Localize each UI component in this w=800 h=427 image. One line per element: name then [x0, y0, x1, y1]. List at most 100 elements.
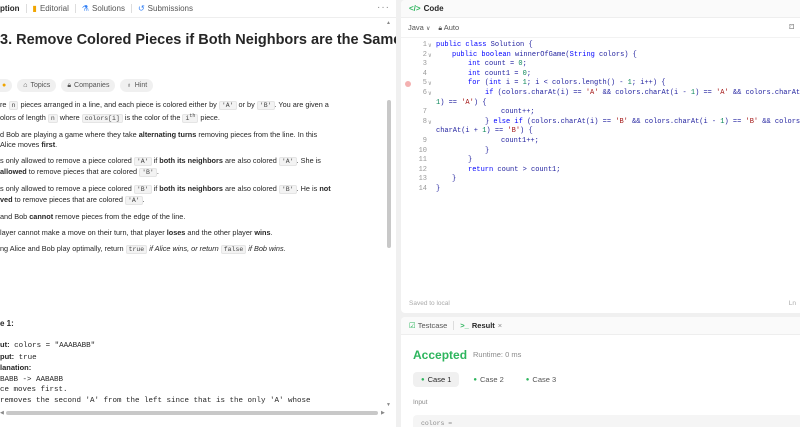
- more-options-icon[interactable]: ···: [377, 2, 390, 13]
- topics-tag[interactable]: ⌂ Topics: [17, 79, 57, 92]
- vertical-scrollbar[interactable]: [387, 100, 391, 248]
- breakpoint-marker[interactable]: [405, 81, 411, 88]
- example-block: ut: colors = "AAABABB" put: true lanatio…: [0, 340, 388, 406]
- example-explanation-line: removes the second 'A' from the left sin…: [0, 396, 311, 405]
- code-icon: </>: [409, 4, 421, 13]
- language-select[interactable]: Java ∨: [408, 23, 430, 32]
- tab-submissions[interactable]: ↺ Submissions: [132, 4, 199, 13]
- history-icon: ↺: [137, 4, 145, 13]
- check-dot-icon: ●: [421, 376, 425, 383]
- terminal-icon: >_: [460, 321, 469, 330]
- tab-testcase[interactable]: ☑ Testcase: [409, 321, 447, 330]
- desc-line: re n pieces arranged in a line, and each…: [0, 100, 329, 110]
- code-panel: </> Code Java ∨ 🔒︎ Auto ⌑ 1 ∨ public class…: [401, 0, 800, 313]
- difficulty-badge: ●: [0, 79, 13, 92]
- tab-result[interactable]: >_ Result ×: [460, 321, 502, 330]
- scroll-left-arrow-icon[interactable]: ◀: [0, 410, 4, 416]
- runtime-label: Runtime: 0 ms: [473, 350, 522, 359]
- fold-icon: ∨: [428, 42, 432, 49]
- result-panel-header: ☑ Testcase >_ Result ×: [401, 317, 800, 335]
- code-line: 8 ∨} else if (colors.charAt(i) == 'B' && …: [422, 117, 800, 126]
- tab-editorial[interactable]: ▮ Editorial: [27, 4, 75, 13]
- fold-icon: ∨: [428, 51, 432, 59]
- code-line: 4 int count1 = 0;: [422, 69, 532, 78]
- desc-line: s only allowed to remove a piece colored…: [0, 156, 321, 167]
- code-line: 5 ∨ for (int i = 1; i < colors.length() - …: [401, 79, 800, 89]
- close-icon[interactable]: ×: [498, 321, 502, 330]
- desc-line: and Bob cannot remove pieces from the ed…: [0, 212, 186, 222]
- problem-tags: ● ⌂ Topics 🔒︎ Companies ♁ Hint: [0, 79, 154, 92]
- code-line: 14}: [418, 184, 441, 193]
- lock-icon: 🔒︎: [438, 24, 443, 32]
- problem-title: 3. Remove Colored Pieces if Both Neighbo…: [0, 32, 396, 48]
- code-line-wrap: 1) == 'A') {: [436, 98, 487, 107]
- example-heading: e 1:: [0, 319, 14, 328]
- desc-line: allowed to remove pieces that are colore…: [0, 167, 159, 178]
- code-panel-title: Code: [423, 4, 444, 13]
- code-line: 12 return count > count1;: [418, 165, 561, 174]
- auto-mode-toggle[interactable]: 🔒︎ Auto: [438, 23, 459, 33]
- fold-icon: ∨: [428, 89, 432, 97]
- code-line: 10}: [418, 146, 490, 155]
- horizontal-scrollbar[interactable]: [6, 411, 378, 415]
- example-explanation-label: lanation:: [0, 363, 32, 372]
- case-tab-2[interactable]: ● Case 2: [465, 372, 511, 387]
- desc-line: ng Alice and Bob play optimally, return …: [0, 244, 286, 255]
- code-line: 6 ∨ if (colors.charAt(i) == 'A' && colors.…: [422, 88, 800, 97]
- input-label: Input: [413, 399, 428, 406]
- code-line: 11}: [418, 156, 473, 165]
- checkbox-icon: ☑: [409, 321, 416, 330]
- desc-line: ved to remove pieces that are colored 'A…: [0, 195, 145, 206]
- desc-line: layer cannot make a move on their turn, …: [0, 228, 273, 238]
- example-explanation-line: BABB -> AABABB: [0, 375, 64, 384]
- example-output: put: true: [0, 351, 37, 362]
- check-dot-icon: ●: [525, 376, 530, 383]
- tag-icon: ⌂: [23, 82, 28, 89]
- result-status: Accepted: [413, 348, 468, 362]
- input-value-box: colors =: [413, 415, 800, 427]
- bookmark-icon[interactable]: ⌑: [789, 22, 794, 33]
- code-editor[interactable]: 1 ∨ public class Solution { 2 ∨ public boole…: [401, 41, 800, 195]
- chevron-down-icon: ∨: [425, 26, 431, 32]
- case-tabs: ● Case 1 ● Case 2 ● Case 3: [413, 372, 564, 387]
- book-icon: ▮: [32, 4, 37, 13]
- code-line: 2 ∨ public boolean winnerOfGame(String col…: [422, 50, 637, 59]
- desc-line: olors of length n where colors[i] is the…: [0, 113, 220, 124]
- companies-tag[interactable]: 🔒︎ Companies: [61, 79, 116, 92]
- fold-icon: ∨: [428, 118, 432, 126]
- saved-status: Saved to local: [409, 300, 450, 307]
- code-line-wrap: charAt(i + 1) == 'B') {: [436, 127, 533, 136]
- desc-line: s only allowed to remove a piece colored…: [0, 184, 331, 195]
- example-input: ut: colors = "AAABABB": [0, 340, 96, 350]
- description-panel: ption ▮ Editorial ⚗ Solutions ↺ Submissions…: [0, 0, 396, 427]
- code-toolbar: Java ∨ 🔒︎ Auto: [401, 18, 800, 38]
- scroll-up-arrow-icon[interactable]: ▲: [386, 20, 391, 26]
- scroll-down-arrow-icon[interactable]: ▼: [386, 402, 391, 408]
- lightbulb-icon: ♁: [126, 82, 132, 89]
- code-panel-header: </> Code: [401, 0, 800, 18]
- tab-description[interactable]: ption: [0, 4, 26, 13]
- cursor-position: Ln: [788, 300, 796, 307]
- description-tabs: ption ▮ Editorial ⚗ Solutions ↺ Submissions…: [0, 0, 396, 18]
- hint-tag[interactable]: ♁ Hint: [120, 79, 154, 92]
- case-tab-1[interactable]: ● Case 1: [413, 372, 460, 387]
- check-dot-icon: ●: [473, 376, 478, 383]
- difficulty-dot-icon: ●: [2, 82, 7, 89]
- code-line: 1 ∨ public class Solution {: [422, 41, 533, 49]
- desc-line: d Bob are playing a game where they take…: [0, 130, 318, 140]
- code-line: 9 count1++;: [422, 136, 539, 145]
- case-tab-3[interactable]: ● Case 3: [518, 372, 564, 387]
- flask-icon: ⚗: [81, 4, 90, 13]
- result-panel: ☑ Testcase >_ Result × Accepted Runtime: 0…: [401, 317, 800, 427]
- code-line: 3 int count = 0;: [422, 60, 527, 69]
- problem-description: re n pieces arranged in a line, and each…: [0, 100, 390, 255]
- tab-divider: [453, 321, 455, 330]
- tab-solutions[interactable]: ⚗ Solutions: [76, 4, 131, 13]
- desc-line: Alice moves first.: [0, 140, 58, 150]
- code-line: 7 count++;: [422, 108, 535, 117]
- fold-icon: ∨: [428, 80, 432, 88]
- example-explanation-line: ce moves first.: [0, 386, 68, 394]
- code-line: 13}: [418, 175, 457, 184]
- scroll-right-arrow-icon[interactable]: ▶: [381, 410, 385, 416]
- app-root: ption ▮ Editorial ⚗ Solutions ↺ Submissions…: [0, 0, 800, 427]
